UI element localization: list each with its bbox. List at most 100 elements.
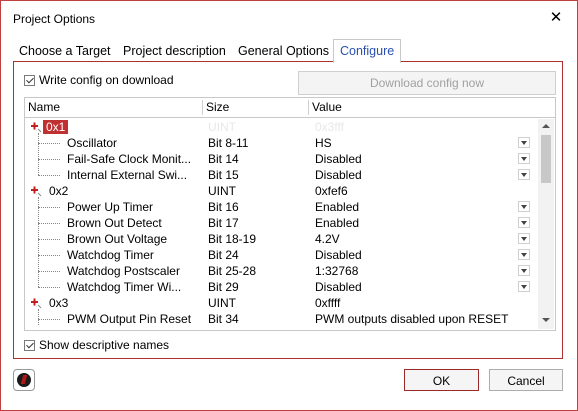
dropdown-arrow-icon[interactable] [518,281,530,292]
grid-header: Name Size Value [25,98,555,118]
setting-size: Bit 15 [208,168,239,182]
setting-name: Power Up Timer [67,200,154,214]
dropdown-arrow-icon[interactable] [518,169,530,180]
setting-name: Internal External Swi... [67,168,188,182]
group-size: UINT [208,184,236,198]
scrollbar-thumb[interactable] [541,135,551,183]
dropdown-arrow-icon[interactable] [518,153,530,164]
setting-name: Brown Out Voltage [67,232,168,246]
title-bar: Project Options ✕ [1,1,577,37]
scroll-up-icon[interactable] [538,119,554,133]
setting-value[interactable]: PWM outputs disabled upon RESET [315,311,508,327]
setting-name: PWM Output Pin Reset [67,312,192,326]
expand-collapse-icon[interactable] [29,296,43,310]
group-row[interactable]: 0x2 UINT 0xfef6 [25,183,537,199]
group-value: 0xfef6 [315,184,348,198]
config-grid: Name Size Value 0x1 UINT 0x3fff Oscillat… [24,97,556,331]
setting-value[interactable]: Enabled [315,215,359,231]
dropdown-arrow-icon[interactable] [518,249,530,260]
config-row[interactable]: Fail-Safe Clock Monit... Bit 14 Disabled [25,151,537,167]
expand-collapse-icon[interactable] [29,120,43,134]
tree-branch [38,223,60,224]
tab-configure[interactable]: Configure [333,39,402,63]
window-title: Project Options [13,12,96,26]
ok-button[interactable]: OK [404,369,479,391]
column-header-size[interactable]: Size [203,98,229,117]
setting-name: Watchdog Postscaler [67,264,180,278]
tree-branch [38,271,60,272]
tree-branch [38,175,60,176]
group-value: 0x3fff [315,120,344,134]
setting-size: Bit 14 [208,152,239,166]
setting-value[interactable]: Enabled [315,199,359,215]
setting-value[interactable]: Disabled [315,151,362,167]
tab-project-description[interactable]: Project description [117,41,232,61]
group-row[interactable]: 0x1 UINT 0x3fff [25,119,537,135]
tree-branch [38,287,60,288]
cancel-button[interactable]: Cancel [489,369,563,391]
show-descriptive-checkbox[interactable] [24,339,35,351]
setting-value[interactable]: Disabled [315,247,362,263]
tree-branch [38,255,60,256]
write-config-label: Write config on download [39,73,174,87]
show-descriptive-option[interactable]: Show descriptive names [24,338,169,352]
group-name: 0x3 [49,296,69,310]
group-name: 0x1 [43,120,69,134]
setting-value[interactable]: Disabled [315,167,362,183]
setting-name: Fail-Safe Clock Monit... [67,152,192,166]
close-icon[interactable]: ✕ [548,10,564,26]
setting-size: Bit 29 [208,280,239,294]
dropdown-arrow-icon[interactable] [518,233,530,244]
tree-branch [38,239,60,240]
setting-size: Bit 24 [208,248,239,262]
group-size: UINT [208,296,236,310]
setting-name: Watchdog Timer [67,248,154,262]
column-header-value[interactable]: Value [309,98,342,117]
setting-value[interactable]: 1:32768 [315,263,358,279]
write-config-option[interactable]: Write config on download [24,73,174,87]
tab-choose-target[interactable]: Choose a Target [13,41,117,61]
config-row[interactable]: PWM Output Pin Reset Bit 34 PWM outputs … [25,311,537,327]
setting-value[interactable]: 4.2V [315,231,340,247]
show-descriptive-label: Show descriptive names [39,338,170,352]
configure-panel: Write config on download Download config… [13,61,563,359]
config-row[interactable]: Brown Out Voltage Bit 18-19 4.2V [25,231,537,247]
config-row[interactable]: Watchdog Postscaler Bit 25-28 1:32768 [25,263,537,279]
download-config-button[interactable]: Download config now [298,71,556,95]
group-row[interactable]: 0x3 UINT 0xffff [25,295,537,311]
setting-size: Bit 17 [208,216,239,230]
tree-branch [38,143,60,144]
setting-size: Bit 34 [208,312,239,326]
vertical-scrollbar[interactable] [538,119,554,329]
dropdown-arrow-icon[interactable] [518,265,530,276]
config-row[interactable]: Watchdog Timer Bit 24 Disabled [25,247,537,263]
setting-size: Bit 8-11 [208,136,249,150]
config-row[interactable]: Oscillator Bit 8-11 HS [25,135,537,151]
config-row[interactable]: Internal External Swi... Bit 15 Disabled [25,167,537,183]
group-name: 0x2 [49,184,69,198]
setting-value[interactable]: HS [315,135,332,151]
setting-value[interactable]: Disabled [315,279,362,295]
setting-name: Oscillator [67,136,118,150]
column-header-name[interactable]: Name [25,98,60,117]
tab-general-options[interactable]: General Options [232,41,335,61]
dropdown-arrow-icon[interactable] [518,217,530,228]
write-config-checkbox[interactable] [24,74,35,86]
tree-branch [38,159,60,160]
setting-size: Bit 25-28 [208,264,257,278]
dropdown-arrow-icon[interactable] [518,201,530,212]
tree-branch [38,319,60,320]
group-size: UINT [208,120,236,134]
expand-collapse-icon[interactable] [29,184,43,198]
scroll-down-icon[interactable] [538,313,554,327]
dropdown-arrow-icon[interactable] [518,137,530,148]
setting-name: Brown Out Detect [67,216,162,230]
config-row[interactable]: Watchdog Timer Wi... Bit 29 Disabled [25,279,537,295]
group-value: 0xffff [315,296,341,310]
setting-name: Watchdog Timer Wi... [67,280,182,294]
config-row[interactable]: Power Up Timer Bit 16 Enabled [25,199,537,215]
setting-size: Bit 16 [208,200,239,214]
config-row[interactable]: Brown Out Detect Bit 17 Enabled [25,215,537,231]
app-logo-icon[interactable] [13,369,35,391]
setting-size: Bit 18-19 [208,232,257,246]
